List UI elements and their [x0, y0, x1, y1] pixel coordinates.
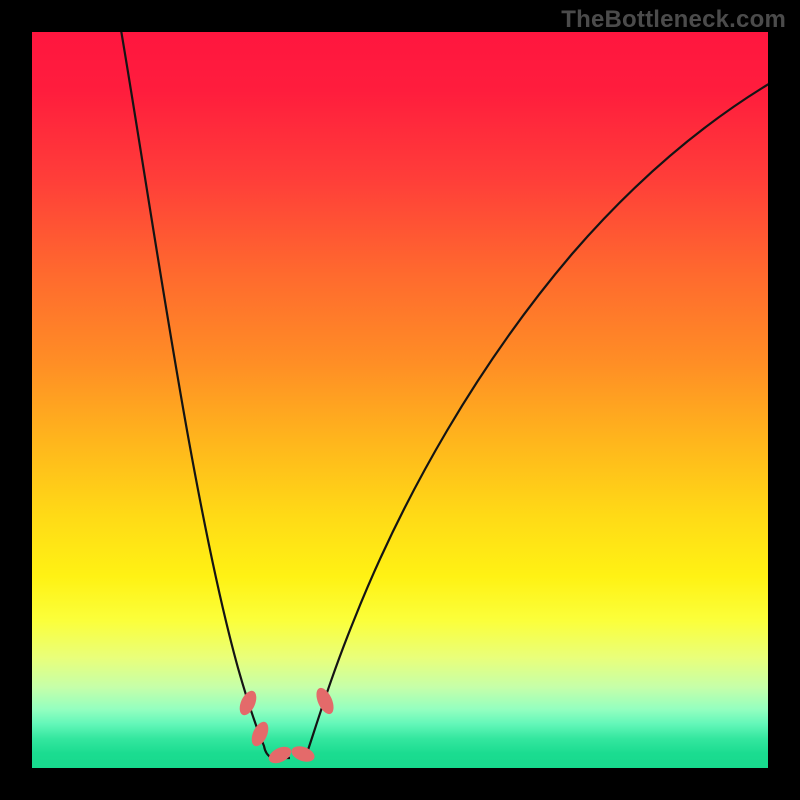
left-curve [120, 32, 290, 758]
left-marker-lower [248, 719, 271, 748]
bottom-marker-left [266, 743, 294, 766]
markers-group [236, 685, 337, 766]
watermark-text: TheBottleneck.com [561, 6, 786, 34]
plot-area [32, 32, 768, 768]
curves-svg [32, 32, 768, 768]
right-curve [298, 82, 768, 758]
left-marker-upper [236, 688, 259, 717]
bottom-marker-right [289, 743, 316, 764]
chart-frame: TheBottleneck.com [0, 0, 800, 800]
right-marker [313, 685, 337, 716]
